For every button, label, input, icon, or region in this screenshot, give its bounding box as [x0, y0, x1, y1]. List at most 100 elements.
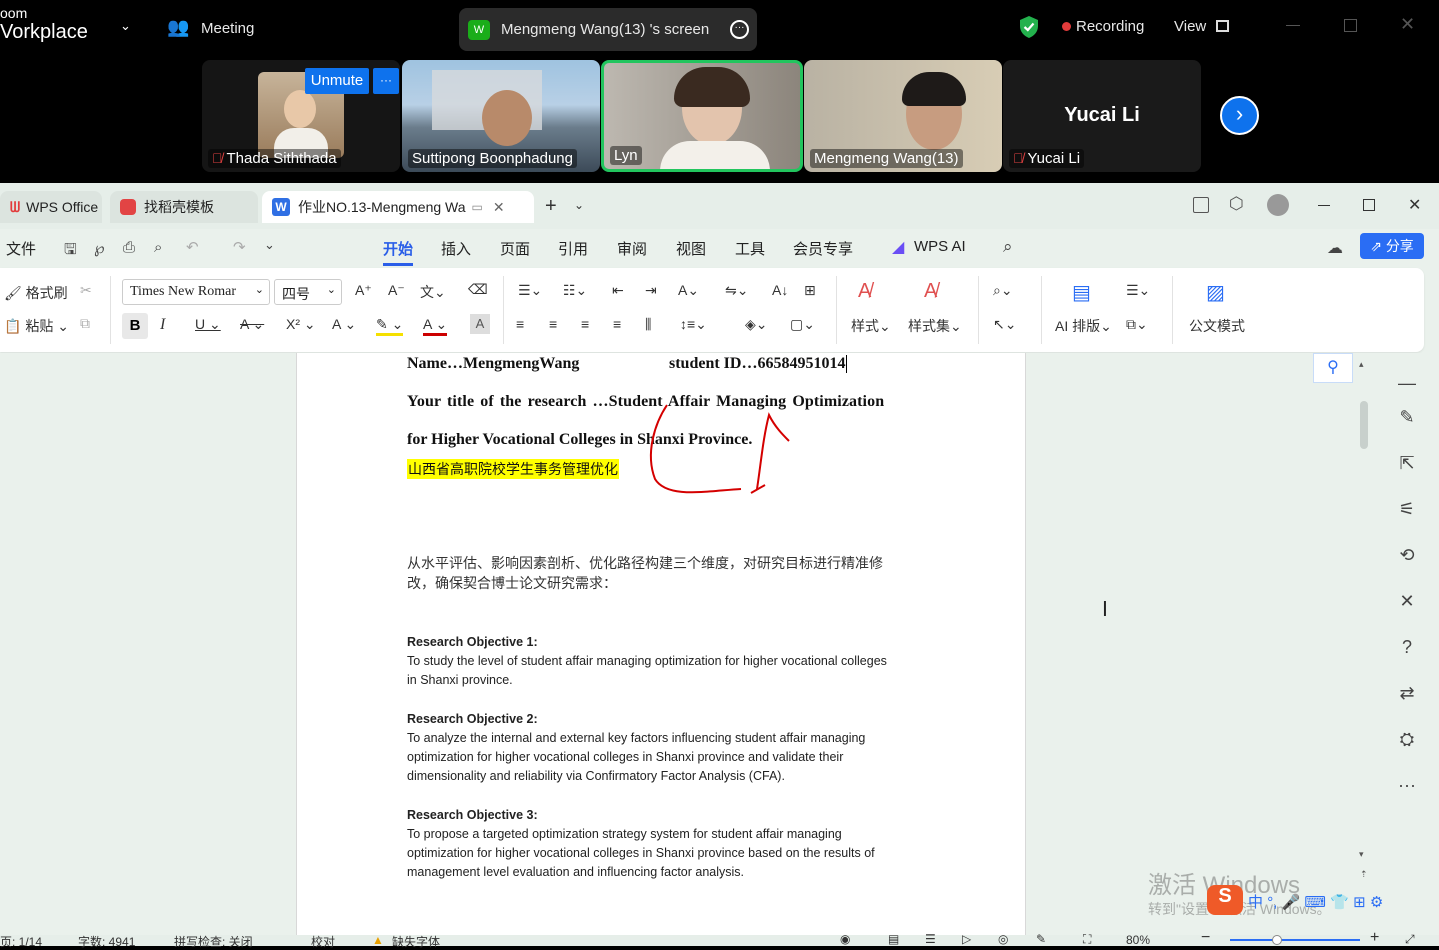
new-tab-icon[interactable]: + — [545, 195, 557, 218]
sort-icon[interactable]: A↓ — [772, 282, 788, 298]
close-icon[interactable]: ✕ — [1400, 14, 1415, 35]
search-icon[interactable]: ⌕ — [1003, 237, 1013, 257]
pen-mode-icon[interactable]: ✎ — [1036, 932, 1046, 946]
save-icon[interactable]: 🖫 — [64, 239, 77, 264]
user-avatar[interactable] — [1267, 194, 1289, 216]
window-layout-icon[interactable] — [1193, 197, 1209, 213]
outline-view-icon[interactable]: ☰ — [925, 932, 936, 946]
participant-tile[interactable]: Mengmeng Wang(13) — [804, 60, 1002, 172]
scroll-page-icon[interactable]: ⇡ — [1360, 869, 1368, 880]
tab-template[interactable]: 找稻壳模板 — [110, 191, 258, 223]
cube-icon[interactable]: ⬡ — [1229, 194, 1244, 214]
tab-reference[interactable]: 引用 — [558, 238, 588, 259]
scrollbar-thumb[interactable] — [1360, 401, 1368, 449]
page-indicator[interactable]: 页: 1/14 — [0, 933, 42, 950]
fullscreen-icon[interactable]: ⤢ — [1405, 932, 1415, 947]
spell-check-status[interactable]: 拼写检查: 关闭 — [174, 933, 253, 950]
close-icon[interactable]: ✕ — [1408, 195, 1421, 215]
zoom-slider[interactable] — [1230, 939, 1360, 941]
translate-icon[interactable]: ⇄ — [1393, 683, 1421, 711]
superscript-button[interactable]: X² ⌄ — [286, 316, 316, 333]
participant-tile-active-speaker[interactable]: Lyn — [601, 60, 803, 172]
chevron-down-icon[interactable]: ⌄ — [120, 18, 131, 34]
ai-layout-button[interactable]: AI 排版⌄ — [1055, 316, 1112, 336]
participant-tile[interactable]: Yucai Li 🎙̸ Yucai Li — [1003, 60, 1201, 172]
scroll-up-icon[interactable]: ▴ — [1359, 359, 1364, 370]
page-view-icon[interactable]: ▤ — [888, 932, 899, 946]
format-icon[interactable]: ℘ — [94, 239, 104, 257]
tab-review[interactable]: 审阅 — [617, 238, 647, 259]
phonetic-icon[interactable]: 文⌄ — [420, 282, 446, 302]
meeting-menu[interactable]: 👥 Meeting — [167, 17, 267, 41]
align-center-icon[interactable]: ≡ — [549, 316, 557, 332]
chevron-down-icon[interactable]: ⌄ — [574, 198, 584, 212]
participant-tile[interactable]: Unmute ··· 🎙̸ Thada Siththada — [202, 60, 400, 172]
underline-button[interactable]: U ⌄ — [195, 316, 221, 333]
bullet-list-icon[interactable]: ☰⌄ — [518, 282, 542, 299]
tools-icon[interactable]: ✕ — [1393, 591, 1421, 619]
ime-toolbar[interactable]: 中 °, 🎤 ⌨ 👕 ⊞ ⚙ — [1248, 891, 1438, 915]
pen-icon[interactable]: ✎ — [1393, 407, 1421, 435]
line-break-icon[interactable]: ⇋⌄ — [725, 282, 748, 299]
select-icon[interactable]: ↖⌄ — [993, 316, 1016, 333]
maximize-icon[interactable] — [1344, 19, 1357, 32]
shape-icon[interactable]: ⧉⌄ — [1126, 316, 1148, 333]
justify-icon[interactable]: ≡ — [613, 316, 621, 332]
location-pin-icon[interactable]: ⚲ — [1313, 353, 1353, 383]
text-effect-button[interactable]: A ⌄ — [332, 316, 356, 333]
clear-format-icon[interactable]: ⌫ — [468, 281, 488, 298]
more-icon[interactable]: ··· — [1393, 775, 1421, 803]
scroll-down-icon[interactable]: ▾ — [1359, 849, 1364, 860]
plugin-icon[interactable]: ⛭ — [1393, 729, 1421, 757]
align-right-icon[interactable]: ≡ — [581, 316, 589, 332]
strikethrough-button[interactable]: A ⌄ — [240, 316, 264, 333]
zoom-slider-handle[interactable] — [1272, 935, 1282, 945]
text-direction-icon[interactable]: A⌄ — [678, 282, 699, 299]
review-icon[interactable]: ⟲ — [1393, 545, 1421, 573]
screen-share-indicator[interactable]: W Mengmeng Wang(13) 's screen ··· — [459, 8, 757, 51]
zoom-in-icon[interactable]: + — [1370, 929, 1379, 947]
styles-button[interactable]: 样式⌄ — [851, 316, 891, 336]
document-page[interactable]: Name…MengmengWang student ID…66584951014… — [296, 353, 1026, 939]
close-tab-icon[interactable]: ✕ — [493, 199, 505, 216]
next-page-arrow-icon[interactable]: › — [1220, 96, 1259, 135]
tab-insert[interactable]: 插入 — [441, 238, 471, 259]
adjust-icon[interactable]: ⚟ — [1393, 499, 1421, 527]
redo-icon[interactable]: ↷ — [233, 238, 246, 256]
security-shield-icon[interactable] — [1018, 15, 1040, 39]
chevron-down-icon[interactable]: ⌄ — [264, 237, 275, 253]
italic-button[interactable]: I — [160, 316, 165, 334]
zoom-out-icon[interactable]: − — [1201, 929, 1210, 947]
tab-member[interactable]: 会员专享 — [793, 238, 853, 259]
more-options-button[interactable]: ··· — [373, 68, 399, 94]
word-count[interactable]: 字数: 4941 — [78, 933, 135, 950]
copy-icon[interactable]: ⧉ — [80, 315, 90, 332]
unmute-button[interactable]: Unmute — [305, 68, 369, 94]
print-icon[interactable]: ⎙ — [123, 239, 135, 256]
find-icon[interactable]: ⌕⌄ — [993, 282, 1013, 299]
format-painter-button[interactable]: 🖌 格式刷 — [4, 283, 68, 303]
shading-icon[interactable]: ◈⌄ — [745, 316, 768, 333]
wps-ai-button[interactable]: WPS AI — [914, 238, 966, 255]
numbered-list-icon[interactable]: ☷⌄ — [563, 282, 587, 299]
restore-icon[interactable] — [1363, 199, 1375, 211]
collapse-icon[interactable]: — — [1393, 373, 1421, 401]
print-preview-icon[interactable]: ⌕ — [154, 239, 162, 256]
tab-page[interactable]: 页面 — [500, 238, 530, 259]
cut-icon[interactable]: ✂ — [80, 282, 92, 299]
missing-font-warning[interactable]: 缺失字体 — [392, 933, 440, 950]
eye-icon[interactable]: ◉ — [840, 932, 850, 946]
share-button[interactable]: ⇗ 分享 — [1360, 233, 1424, 259]
decrease-font-icon[interactable]: A⁻ — [388, 282, 405, 299]
font-color-button[interactable]: A ⌄ — [423, 316, 448, 336]
minimize-icon[interactable] — [1318, 205, 1330, 206]
proofread-button[interactable]: 校对 — [311, 933, 335, 950]
share-options-icon[interactable]: ··· — [730, 20, 749, 39]
paste-button[interactable]: 📋 粘贴 ⌄ — [4, 316, 69, 336]
minimize-icon[interactable] — [1286, 25, 1300, 26]
pointer-icon[interactable]: ⇱ — [1393, 453, 1421, 481]
tab-home[interactable]: 开始 — [383, 238, 414, 266]
distribute-icon[interactable]: ⫼ — [645, 316, 651, 333]
border-icon[interactable]: ▢⌄ — [790, 316, 815, 333]
tab-wps-office[interactable]: ᗯ WPS Office — [0, 191, 102, 223]
